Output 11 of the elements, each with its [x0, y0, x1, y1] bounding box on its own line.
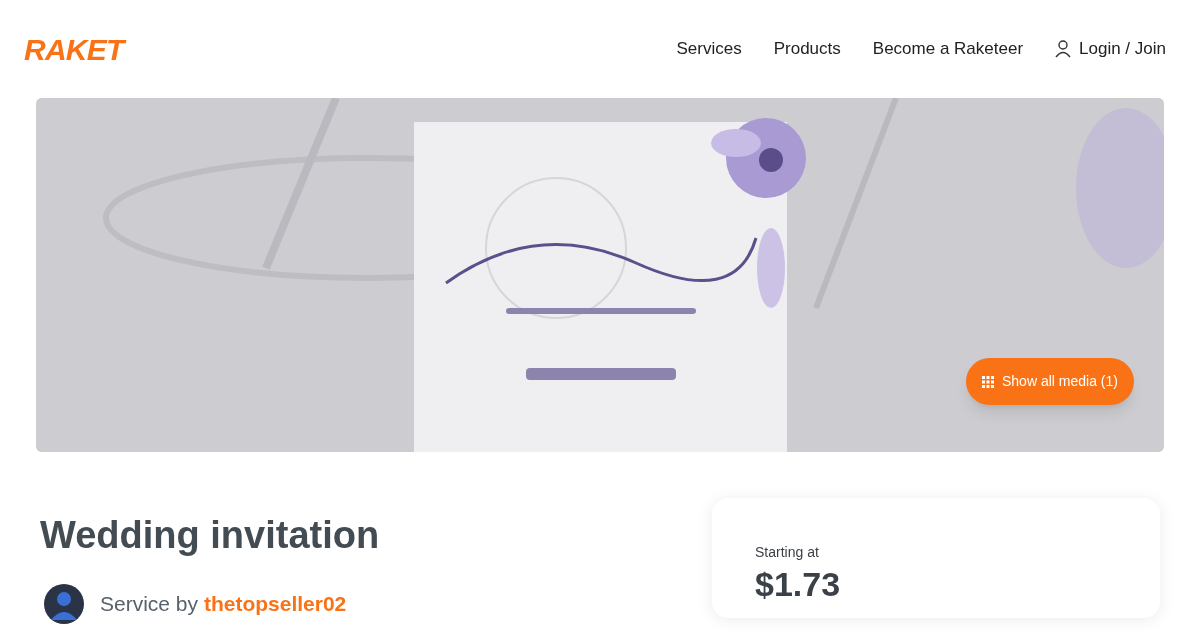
- service-by-text: Service by: [100, 592, 199, 616]
- nav-link[interactable]: Products: [773, 36, 841, 62]
- nav-link[interactable]: Services: [676, 36, 742, 62]
- login-link[interactable]: Login / Join: [1055, 36, 1166, 62]
- price-label: Starting at: [755, 543, 820, 562]
- nav-link[interactable]: Become a Raketeer: [872, 36, 1024, 62]
- listing-title: Wedding invitation: [40, 516, 380, 554]
- grid-icon: [982, 375, 994, 388]
- avatar: [44, 584, 84, 624]
- price: $1.73: [755, 564, 842, 605]
- user-icon: [1055, 40, 1072, 58]
